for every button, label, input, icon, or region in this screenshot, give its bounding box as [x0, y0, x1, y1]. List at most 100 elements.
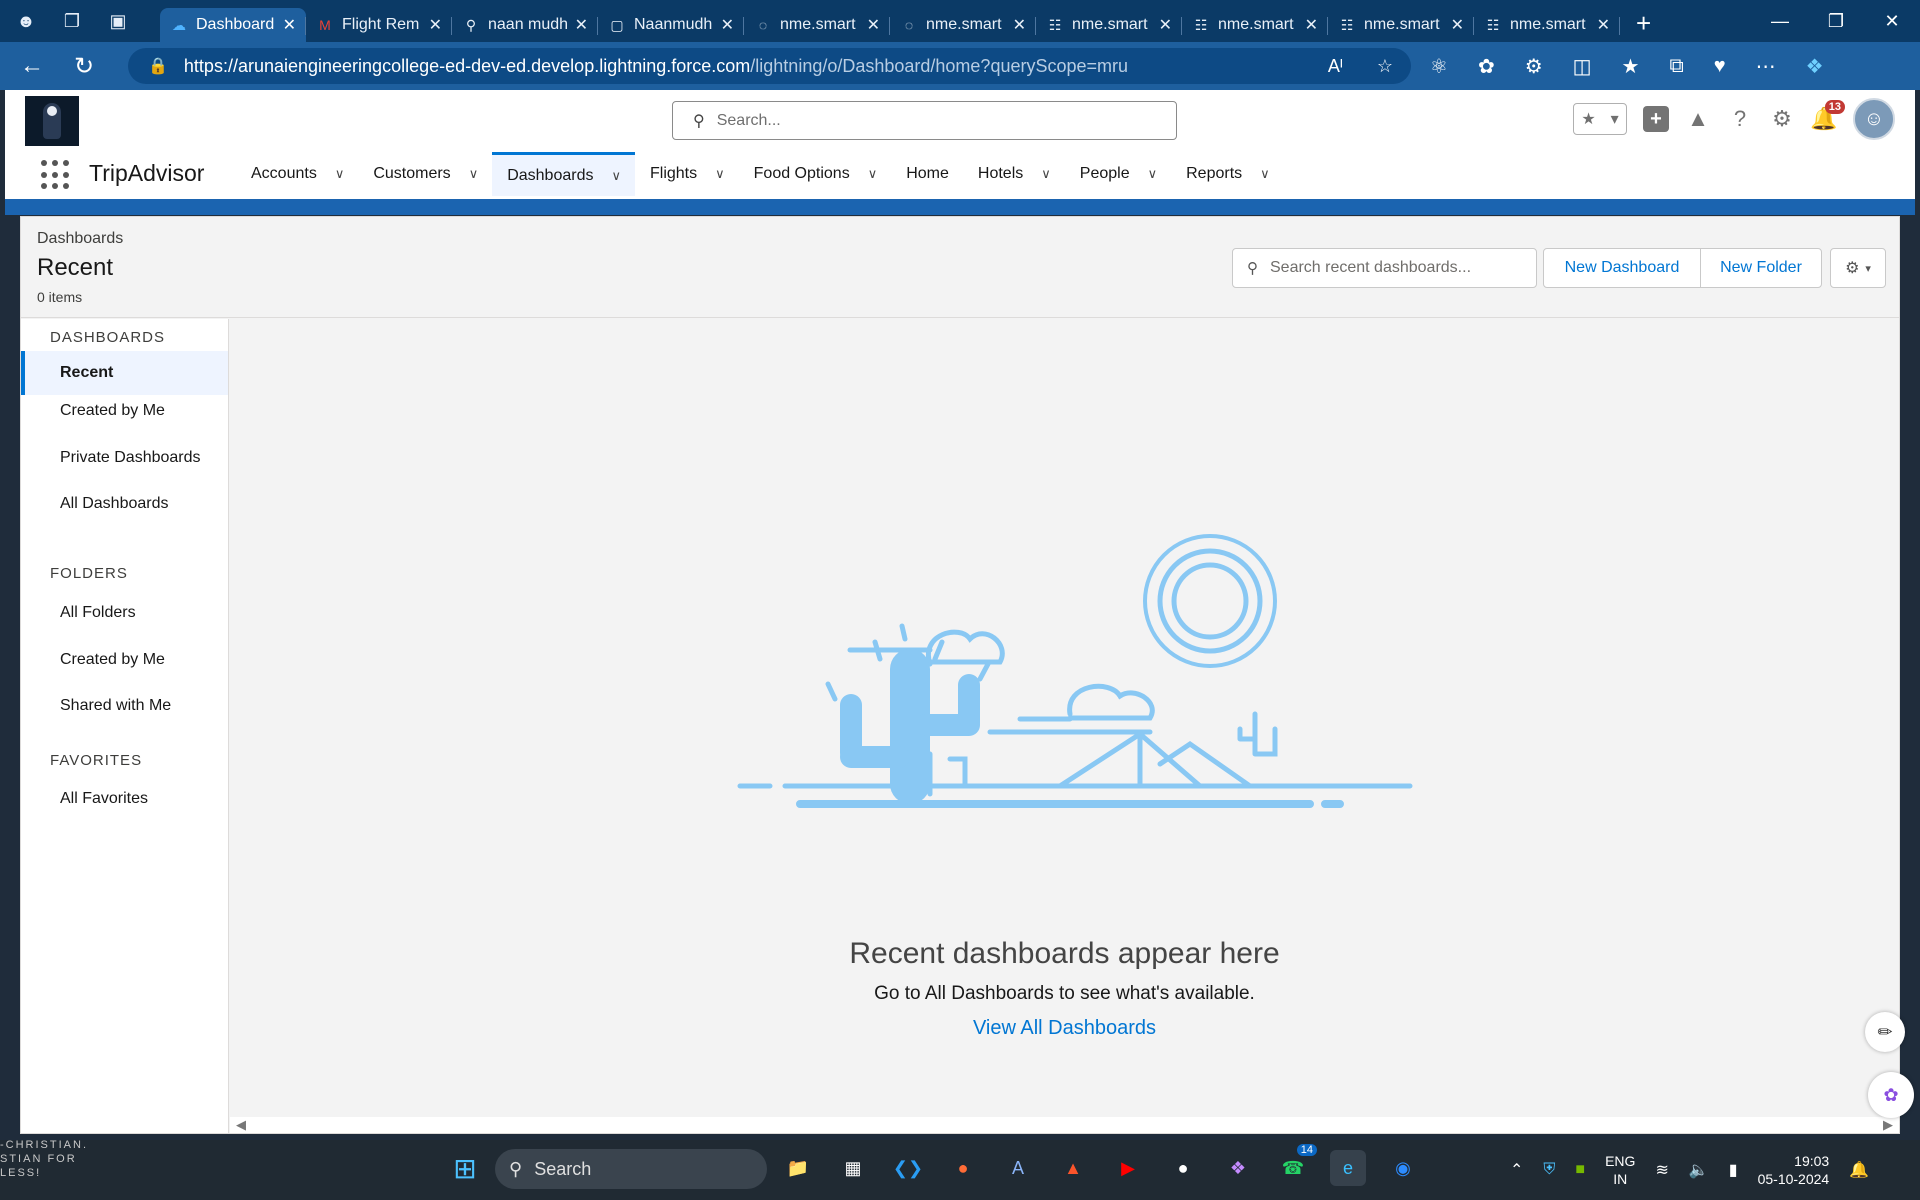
favorites-icon[interactable]: ★ [1622, 54, 1640, 79]
chevron-down-icon[interactable]: ∨ [1148, 166, 1158, 182]
more-icon[interactable]: ⋯ [1756, 54, 1776, 79]
list-settings-button[interactable]: ⚙ ▾ [1830, 248, 1886, 288]
nav-item-dashboards[interactable]: Dashboards ∨ [492, 152, 635, 196]
close-tab-icon[interactable]: ✕ [429, 15, 442, 35]
collections-icon[interactable]: ⧉ [1669, 55, 1683, 78]
chevron-down-icon[interactable]: ∨ [469, 166, 479, 182]
read-aloud-icon[interactable]: Aᴵ [1328, 56, 1343, 77]
browser-tab[interactable]: ◌ nme.smart ✕ [890, 8, 1036, 42]
chevron-down-icon[interactable]: ∨ [868, 166, 878, 182]
chevron-down-icon[interactable]: ∨ [1041, 166, 1051, 182]
nav-item-customers[interactable]: Customers ∨ [358, 152, 492, 196]
address-bar[interactable]: 🔒 https://arunaiengineeringcollege-ed-de… [128, 48, 1411, 84]
trailhead-icon[interactable]: ▲ [1685, 106, 1711, 132]
horizontal-scrollbar[interactable]: ◀ ▶ [230, 1117, 1899, 1133]
close-window-icon[interactable]: ✕ [1864, 0, 1920, 42]
browser-tab[interactable]: ▢ Naanmudh ✕ [598, 8, 744, 42]
sidebar-item-shared-with-me[interactable]: Shared with Me [21, 684, 228, 728]
view-all-dashboards-link[interactable]: View All Dashboards [230, 1017, 1899, 1040]
nav-item-food-options[interactable]: Food Options ∨ [739, 152, 892, 196]
search-dashboards-input[interactable]: ⚲ Search recent dashboards... [1232, 248, 1537, 288]
new-folder-button[interactable]: New Folder [1700, 248, 1822, 288]
assistant-brain-icon[interactable]: ✿ [1868, 1072, 1914, 1118]
volume-icon[interactable]: 🔈 [1689, 1160, 1709, 1180]
language-indicator[interactable]: ENG IN [1605, 1152, 1635, 1188]
brave-icon[interactable]: ▲ [1055, 1150, 1091, 1186]
scroll-left-icon[interactable]: ◀ [236, 1117, 246, 1133]
refresh-icon[interactable]: ↻ [64, 46, 104, 86]
app-store-icon[interactable]: A [1000, 1150, 1036, 1186]
help-icon[interactable]: ? [1727, 106, 1753, 132]
vertical-tabs-icon[interactable]: ▣ [104, 7, 132, 35]
close-tab-icon[interactable]: ✕ [1451, 15, 1464, 35]
copilot-app-icon[interactable]: ❖ [1220, 1150, 1256, 1186]
notifications-bell-icon[interactable]: 🔔 13 [1810, 100, 1845, 132]
new-dashboard-button[interactable]: New Dashboard [1543, 248, 1701, 288]
setup-gear-icon[interactable]: ⚙ [1769, 106, 1795, 132]
browser-tab[interactable]: ☁ Dashboard ✕ [160, 8, 306, 42]
sidebar-item-created-by-me[interactable]: Created by Me [21, 389, 228, 433]
close-tab-icon[interactable]: ✕ [1305, 15, 1318, 35]
taskbar-search[interactable]: ⚲ Search [495, 1149, 767, 1189]
profile-icon[interactable]: ☻ [12, 7, 40, 35]
whatsapp-icon[interactable]: ☎ 14 [1275, 1144, 1317, 1186]
edge-icon[interactable]: e [1330, 1150, 1366, 1186]
sidebar-item-folders-created-by-me[interactable]: Created by Me [21, 638, 228, 682]
browser-tab[interactable]: ☷ nme.smart ✕ [1474, 8, 1620, 42]
extensions-icon[interactable]: ⚙ [1525, 54, 1543, 79]
minimize-icon[interactable]: — [1752, 0, 1808, 42]
star-icon[interactable]: ★ [1581, 109, 1595, 129]
sidebar-item-all-folders[interactable]: All Folders [21, 591, 228, 635]
new-tab-button[interactable]: + [1636, 8, 1651, 39]
favorites-button-group[interactable]: ★ ▾ [1573, 103, 1627, 135]
workspaces-icon[interactable]: ❐ [58, 7, 86, 35]
chevron-up-icon[interactable]: ⌃ [1510, 1160, 1523, 1180]
youtube-icon[interactable]: ▶ [1110, 1150, 1146, 1186]
nav-item-flights[interactable]: Flights ∨ [635, 152, 739, 196]
chevron-down-icon[interactable]: ∨ [715, 166, 725, 182]
defender-icon[interactable]: ⛨ [1543, 1161, 1555, 1179]
chevron-down-icon[interactable]: ▾ [1611, 109, 1619, 129]
vscode-icon[interactable]: ❮❯ [890, 1150, 926, 1186]
close-tab-icon[interactable]: ✕ [721, 15, 734, 35]
battery-icon[interactable]: ▮ [1729, 1160, 1738, 1180]
close-tab-icon[interactable]: ✕ [1597, 15, 1610, 35]
extension-brain-icon[interactable]: ✿ [1478, 54, 1495, 79]
split-screen-icon[interactable]: ◫ [1573, 54, 1592, 79]
browser-tab[interactable]: ☷ nme.smart ✕ [1036, 8, 1182, 42]
zoom-icon[interactable]: ◉ [1385, 1150, 1421, 1186]
nav-item-reports[interactable]: Reports ∨ [1171, 152, 1284, 196]
wifi-icon[interactable]: ≋ [1655, 1160, 1668, 1180]
close-tab-icon[interactable]: ✕ [283, 15, 296, 35]
copilot-icon[interactable]: ❖ [1806, 54, 1824, 79]
start-windows-icon[interactable]: ⊞ [447, 1150, 483, 1186]
global-search-input[interactable]: ⚲ Search... [672, 101, 1177, 140]
close-tab-icon[interactable]: ✕ [1013, 15, 1026, 35]
notification-center-icon[interactable]: 🔔 [1849, 1160, 1869, 1180]
browser-tab[interactable]: ☷ nme.smart ✕ [1182, 8, 1328, 42]
favorite-star-icon[interactable]: ☆ [1377, 56, 1393, 77]
scroll-right-icon[interactable]: ▶ [1883, 1117, 1893, 1133]
nvidia-icon[interactable]: ■ [1575, 1161, 1585, 1179]
chevron-down-icon[interactable]: ∨ [335, 166, 345, 182]
restore-icon[interactable]: ❐ [1808, 0, 1864, 42]
browser-tab[interactable]: ◌ nme.smart ✕ [744, 8, 890, 42]
global-actions-icon[interactable]: + [1643, 106, 1669, 132]
nav-item-home[interactable]: Home [891, 152, 963, 196]
app-launcher-icon[interactable] [41, 160, 71, 190]
breadcrumb[interactable]: Dashboards [37, 230, 123, 248]
translate-icon[interactable]: ✏ [1865, 1012, 1905, 1052]
sidebar-item-all-favorites[interactable]: All Favorites [21, 777, 228, 821]
file-explorer-icon[interactable]: 📁 [780, 1150, 816, 1186]
nav-item-hotels[interactable]: Hotels ∨ [963, 152, 1065, 196]
postman-icon[interactable]: ● [945, 1150, 981, 1186]
sidebar-item-private-dashboards[interactable]: Private Dashboards [21, 436, 228, 480]
github-icon[interactable]: ● [1165, 1150, 1201, 1186]
browser-tab[interactable]: M Flight Rem ✕ [306, 8, 452, 42]
user-avatar[interactable]: ☺ [1853, 98, 1895, 140]
nav-item-accounts[interactable]: Accounts ∨ [236, 152, 358, 196]
terminal-icon[interactable]: ▦ [835, 1150, 871, 1186]
nav-item-people[interactable]: People ∨ [1065, 152, 1171, 196]
browser-tab[interactable]: ⚲ naan mudh ✕ [452, 8, 598, 42]
chevron-down-icon[interactable]: ∨ [611, 168, 621, 184]
